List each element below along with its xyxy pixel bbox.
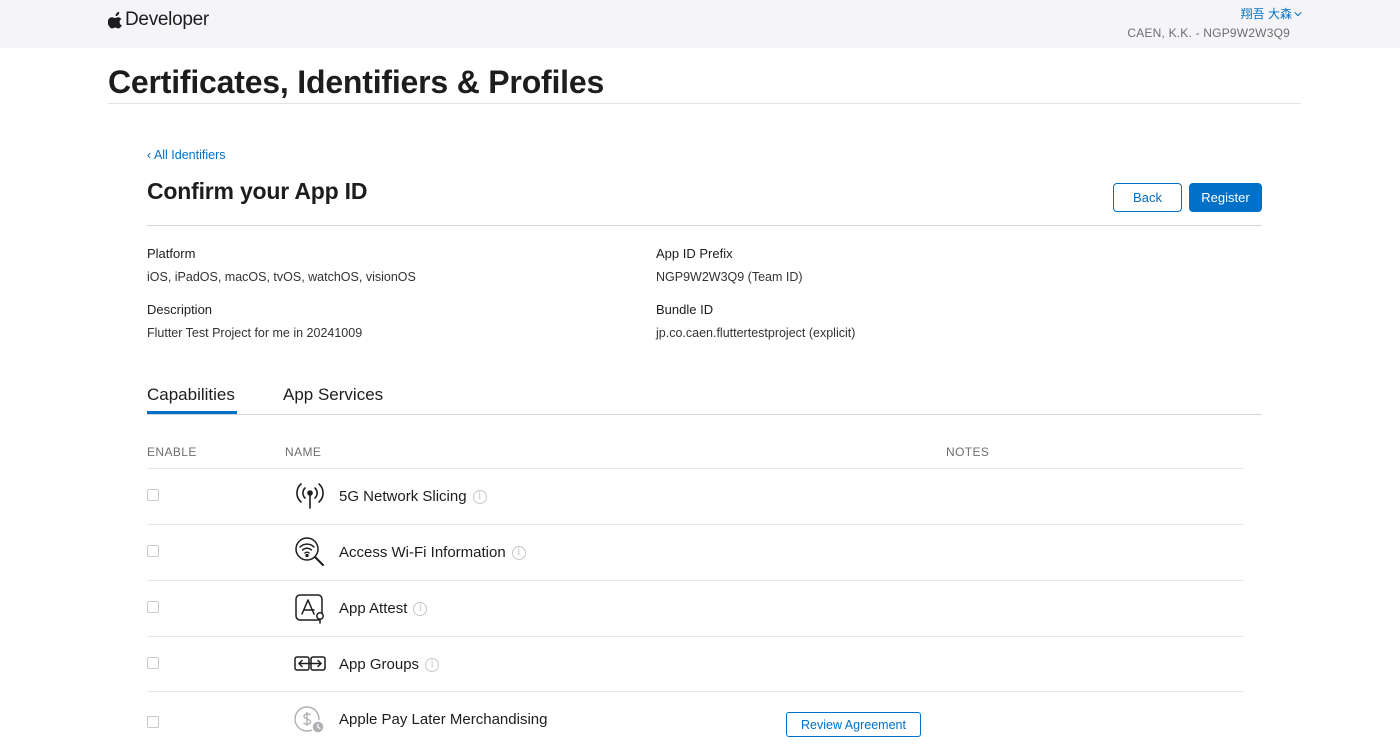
bundle-id-value: jp.co.caen.fluttertestproject (explicit) — [656, 326, 856, 340]
chevron-down-icon — [1294, 11, 1302, 16]
enable-checkbox[interactable] — [147, 716, 159, 728]
section-title: Confirm your App ID — [147, 178, 368, 204]
bundle-id-label: Bundle ID — [656, 302, 714, 317]
capability-name: App Groups i — [339, 656, 440, 673]
divider — [147, 225, 1262, 226]
enable-checkbox[interactable] — [147, 657, 159, 669]
column-header-name: NAME — [285, 445, 322, 459]
capability-name: Access Wi-Fi Information i — [339, 544, 526, 561]
app-id-prefix-value: NGP9W2W3Q9 (Team ID) — [656, 270, 803, 284]
capability-label: 5G Network Slicing — [339, 488, 467, 505]
brand-text: Developer — [125, 9, 209, 30]
platform-value: iOS, iPadOS, macOS, tvOS, watchOS, visio… — [147, 270, 416, 284]
enable-checkbox[interactable] — [147, 601, 159, 613]
capability-row: Apple Pay Later Merchandising Review Agr… — [147, 691, 1244, 747]
back-button[interactable]: Back — [1113, 183, 1182, 212]
register-button[interactable]: Register — [1189, 183, 1262, 212]
user-menu[interactable]: 翔吾 大森 — [1241, 5, 1302, 22]
description-value: Flutter Test Project for me in 20241009 — [147, 326, 363, 340]
enable-checkbox[interactable] — [147, 545, 159, 557]
top-bar: Developer 翔吾 大森 CAEN, K.K. - NGP9W2W3Q9 — [0, 0, 1400, 48]
app-groups-icon — [294, 648, 326, 680]
active-tab-indicator — [147, 411, 237, 414]
description-label: Description — [147, 302, 213, 317]
antenna-icon — [294, 480, 326, 512]
capability-label: App Attest — [339, 600, 408, 617]
capability-row: App Attest i — [147, 580, 1244, 636]
capability-row: Access Wi-Fi Information i — [147, 524, 1244, 580]
team-label: CAEN, K.K. - NGP9W2W3Q9 — [1127, 26, 1290, 40]
capability-name: 5G Network Slicing i — [339, 488, 487, 505]
info-icon[interactable]: i — [413, 601, 428, 616]
info-icon[interactable]: i — [511, 545, 526, 560]
tab-capabilities[interactable]: Capabilities — [147, 385, 235, 405]
capability-name: App Attest i — [339, 600, 428, 617]
app-id-prefix-label: App ID Prefix — [656, 246, 733, 261]
enable-checkbox[interactable] — [147, 489, 159, 501]
account-info: 翔吾 大森 CAEN, K.K. - NGP9W2W3Q9 — [1127, 5, 1302, 40]
capability-row: App Groups i — [147, 636, 1244, 692]
platform-label: Platform — [147, 246, 196, 261]
page-title: Certificates, Identifiers & Profiles — [108, 64, 605, 100]
info-icon[interactable]: i — [472, 489, 487, 504]
info-icon[interactable]: i — [425, 657, 440, 672]
capability-label: App Groups — [339, 656, 420, 673]
review-agreement-button[interactable]: Review Agreement — [786, 712, 921, 737]
tab-app-services[interactable]: App Services — [283, 385, 383, 405]
apple-logo-icon — [108, 11, 122, 29]
app-attest-icon — [294, 592, 326, 624]
user-name: 翔吾 大森 — [1240, 7, 1292, 21]
column-header-enable: ENABLE — [147, 445, 197, 459]
tabs-divider — [147, 414, 1262, 415]
developer-brand[interactable]: Developer — [108, 9, 209, 31]
capability-name: Apple Pay Later Merchandising — [339, 711, 547, 728]
capability-label: Access Wi-Fi Information — [339, 544, 506, 561]
wifi-search-icon — [294, 536, 326, 568]
divider — [108, 103, 1301, 104]
capability-label: Apple Pay Later Merchandising — [339, 711, 548, 728]
apple-pay-later-icon — [294, 705, 326, 737]
capability-row: 5G Network Slicing i — [147, 468, 1244, 524]
all-identifiers-link[interactable]: ‹ All Identifiers — [147, 148, 226, 162]
column-header-notes: NOTES — [946, 445, 990, 459]
